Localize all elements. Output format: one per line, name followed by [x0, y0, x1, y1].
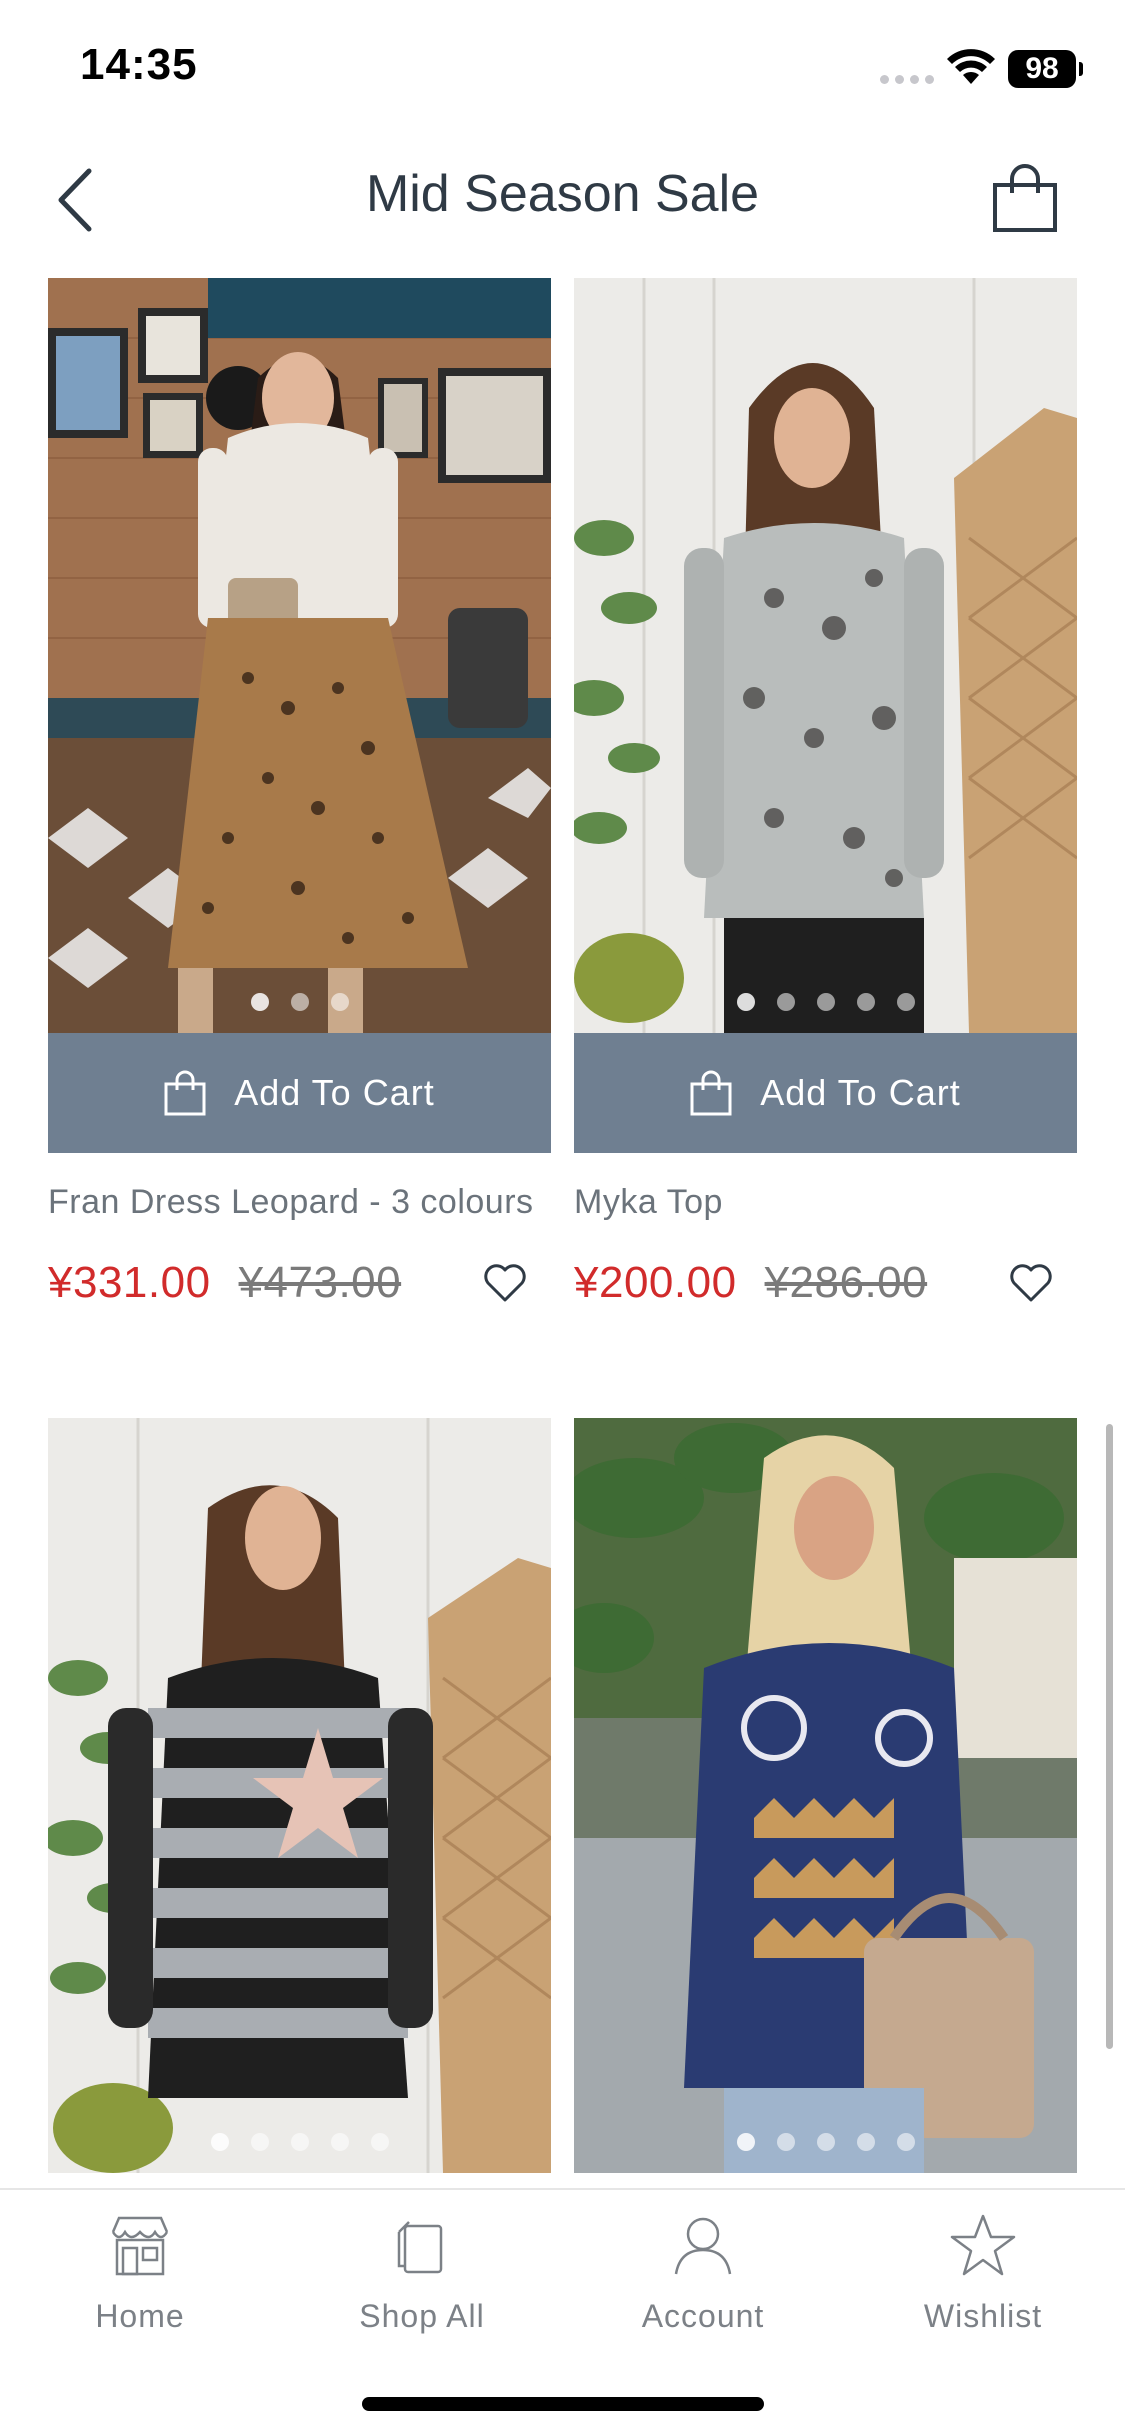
product-card[interactable]: Add To Cart Myka Top ¥200.00 ¥286.00 [574, 278, 1077, 1313]
product-image[interactable] [48, 278, 551, 1033]
cellular-signal-icon [880, 75, 934, 84]
sale-price: ¥200.00 [574, 1258, 737, 1307]
add-to-cart-button[interactable]: Add To Cart [48, 1033, 551, 1153]
status-time: 14:35 [80, 40, 198, 89]
image-carousel-dots[interactable] [574, 2133, 1077, 2151]
status-bar: 14:35 98 [0, 0, 1125, 135]
price-row: ¥200.00 ¥286.00 [574, 1253, 1077, 1313]
product-card[interactable] [48, 1418, 551, 2173]
battery-indicator: 98 [1008, 50, 1076, 88]
tab-wishlist[interactable]: Wishlist [863, 2210, 1103, 2335]
product-image[interactable] [574, 1418, 1077, 2173]
add-to-cart-label: Add To Cart [760, 1072, 961, 1113]
price-row: ¥331.00 ¥473.00 [48, 1253, 551, 1313]
shopping-bag-icon [690, 1070, 732, 1116]
product-image[interactable] [574, 278, 1077, 1033]
tab-home[interactable]: Home [20, 2210, 260, 2335]
product-name[interactable]: Myka Top [574, 1181, 1077, 1223]
storefront-icon [111, 2216, 169, 2276]
account-icon [674, 2217, 732, 2275]
add-to-cart-button[interactable]: Add To Cart [574, 1033, 1077, 1153]
cart-button[interactable] [985, 158, 1065, 238]
product-card[interactable]: Add To Cart Fran Dress Leopard - 3 colou… [48, 278, 551, 1313]
battery-tip [1079, 62, 1083, 76]
tab-account[interactable]: Account [583, 2210, 823, 2335]
sale-price: ¥331.00 [48, 1258, 211, 1307]
tab-label: Wishlist [923, 2298, 1043, 2334]
shopping-bag-icon [993, 164, 1057, 232]
home-indicator[interactable] [362, 2397, 764, 2411]
add-to-cart-label: Add To Cart [234, 1072, 435, 1113]
product-card[interactable] [574, 1418, 1077, 2173]
product-image[interactable] [48, 1418, 551, 2173]
tab-label: Account [641, 2298, 765, 2334]
heart-icon[interactable] [1009, 1263, 1053, 1303]
original-price: ¥473.00 [238, 1258, 402, 1307]
heart-icon[interactable] [483, 1263, 527, 1303]
original-price: ¥286.00 [764, 1258, 928, 1307]
shopping-bag-icon [164, 1070, 206, 1116]
nav-header: Mid Season Sale [0, 140, 1125, 260]
product-grid: Add To Cart Fran Dress Leopard - 3 colou… [48, 278, 1077, 2188]
wifi-icon [947, 49, 995, 84]
image-carousel-dots[interactable] [48, 2133, 551, 2151]
tab-shop-all[interactable]: Shop All [302, 2210, 542, 2335]
tab-label: Shop All [359, 2298, 485, 2334]
scrollbar[interactable] [1106, 1424, 1113, 2049]
image-carousel-dots[interactable] [574, 993, 1077, 1011]
page-title: Mid Season Sale [365, 165, 760, 223]
shop-all-icon [397, 2221, 443, 2274]
star-icon [950, 2214, 1016, 2276]
tab-label: Home [95, 2298, 185, 2334]
image-carousel-dots[interactable] [48, 993, 551, 1011]
product-name[interactable]: Fran Dress Leopard - 3 colours [48, 1181, 551, 1223]
